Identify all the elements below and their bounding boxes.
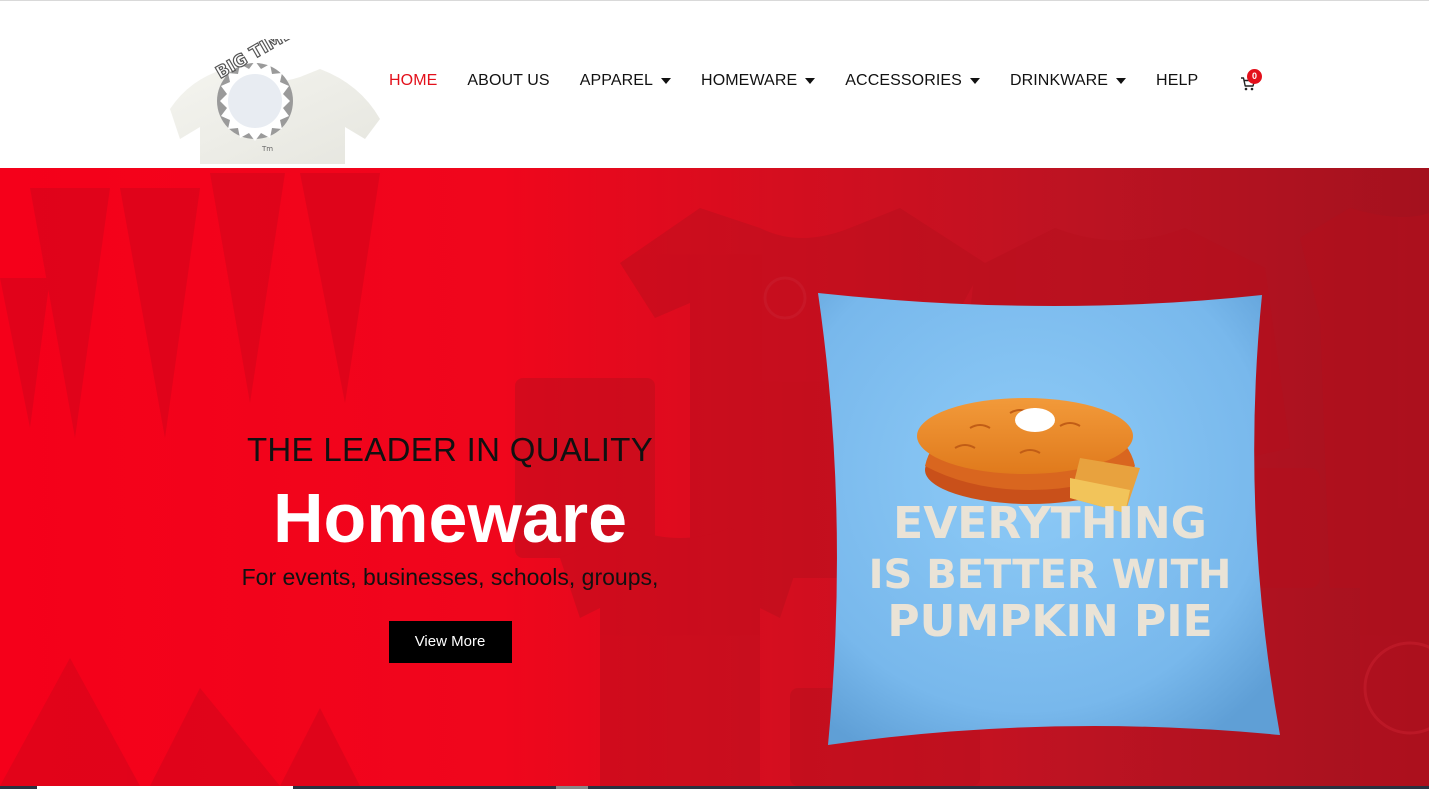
nav-item-label: APPAREL	[579, 72, 654, 89]
caret-down-icon	[1116, 78, 1127, 84]
hero-title: Homeware	[272, 479, 628, 557]
pumpkin-pie-pillow-image: EVERYTHING IS BETTER WITH PUMPKIN PIE	[810, 283, 1305, 753]
view-more-button[interactable]: View More	[388, 621, 512, 663]
main-navigation: HOME ABOUT US APPAREL HOMEWARE ACCESSORI…	[389, 69, 1228, 93]
nav-item-label: HELP	[1156, 72, 1199, 89]
site-logo[interactable]: BIG TIME Tm	[150, 39, 395, 169]
hero-copy: THE LEADER IN QUALITY Homeware For event…	[200, 430, 700, 663]
nav-item-label: HOMEWARE	[701, 72, 798, 89]
svg-text:Tm: Tm	[261, 145, 273, 153]
nav-item-label: ABOUT US	[467, 72, 550, 89]
caret-down-icon	[969, 78, 980, 84]
nav-item-label: ACCESSORIES	[845, 72, 962, 89]
site-header: BIG TIME Tm HOME ABOUT US APPAREL HOMEWA…	[0, 3, 1429, 168]
pillow-text-line-1: EVERYTHING	[893, 498, 1207, 549]
cart-count-badge: 0	[1247, 69, 1262, 84]
nav-item-label: DRINKWARE	[1009, 72, 1109, 89]
nav-item-apparel[interactable]: APPAREL	[579, 72, 672, 90]
pillow-text-line-3: PUMPKIN PIE	[887, 596, 1212, 647]
caret-down-icon	[661, 78, 672, 84]
nav-item-drinkware[interactable]: DRINKWARE	[1009, 72, 1127, 90]
pillow-graphic: EVERYTHING IS BETTER WITH PUMPKIN PIE	[818, 293, 1280, 745]
nav-item-about-us[interactable]: ABOUT US	[467, 72, 549, 90]
cart-button[interactable]: 0	[1240, 69, 1264, 95]
hero-subtitle: For events, businesses, schools, groups,	[241, 564, 659, 590]
pillow-text-line-2: IS BETTER WITH	[869, 552, 1232, 598]
nav-item-help[interactable]: HELP	[1156, 72, 1198, 90]
hero-kicker: THE LEADER IN QUALITY	[246, 431, 654, 468]
nav-item-homeware[interactable]: HOMEWARE	[701, 72, 816, 90]
caret-down-icon	[805, 78, 816, 84]
nav-item-label: HOME	[389, 72, 438, 89]
logo-graphic: BIG TIME Tm	[170, 39, 380, 164]
nav-item-home[interactable]: HOME	[389, 72, 437, 90]
nav-item-accessories[interactable]: ACCESSORIES	[845, 72, 980, 90]
hero-banner: THE LEADER IN QUALITY Homeware For event…	[0, 168, 1429, 786]
